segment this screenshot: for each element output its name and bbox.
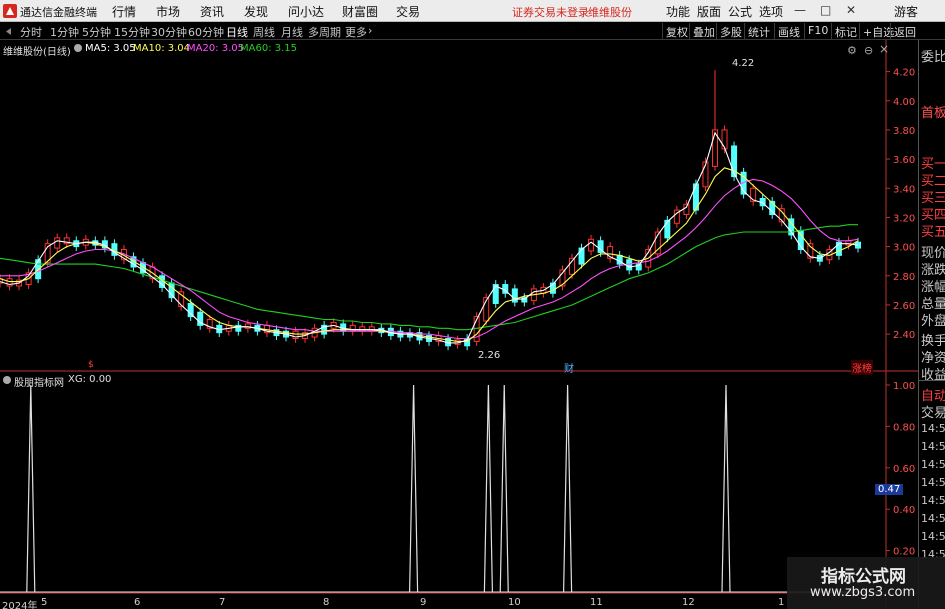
ma60-line xyxy=(0,224,858,331)
trade-time: 14:56 xyxy=(921,530,945,543)
x-label-oct: 10 xyxy=(508,597,521,608)
signal-spike xyxy=(721,384,731,593)
x-label-nov: 11 xyxy=(590,597,603,608)
ma5-value: MA5: 3.05 xyxy=(85,43,136,54)
candle-body xyxy=(349,324,356,332)
panel-buy5: 买五 xyxy=(921,225,945,240)
watermark-title: 指标公式网 xyxy=(821,567,906,587)
x-label-jun: 6 xyxy=(134,597,141,608)
price-tick-label: 3.20 xyxy=(893,213,915,224)
terminal-window: 通达信金融终端 行情 市场 资讯 发现 问小达 财富圈 交易 证券交易未登录 维… xyxy=(0,0,945,609)
indicator-tick-label: 0.40 xyxy=(893,505,915,516)
trade-time: 14:56 xyxy=(921,440,945,453)
ma5-line xyxy=(0,131,859,344)
indicator-value: XG: 0.00 xyxy=(68,374,112,385)
chart-zoom-out-icon[interactable]: ⊖ xyxy=(864,44,873,57)
ma10-line xyxy=(0,167,859,342)
x-label-jan: 1 xyxy=(778,597,785,608)
ma60-value: MA60: 3.15 xyxy=(240,43,298,54)
event-marker-cai[interactable]: 财 xyxy=(564,360,574,375)
panel-divider xyxy=(919,380,945,381)
indicator-tick-label: 0.20 xyxy=(893,547,915,558)
ma20-line xyxy=(0,178,859,340)
trade-time: 14:56 xyxy=(921,476,945,489)
price-tick-label: 3.60 xyxy=(893,155,915,166)
candle-body xyxy=(244,323,251,329)
panel-trades: 交易 xyxy=(921,406,945,421)
candle-body xyxy=(578,247,585,265)
price-tick-label: 3.40 xyxy=(893,184,915,195)
indicator-current-value: 0.47 xyxy=(875,484,904,495)
x-label-aug: 8 xyxy=(323,597,330,608)
trade-time: 14:56 xyxy=(921,458,945,471)
panel-weibi: 委比 xyxy=(921,50,945,65)
price-tick-label: 2.40 xyxy=(893,330,915,341)
quote-panel: 委比 首板 买一 买二 买三 买四 买五 现价 涨跌 涨幅 总量 外盘 换手 净… xyxy=(918,40,945,609)
candle-body xyxy=(721,129,728,150)
trade-time: 14:56 xyxy=(921,512,945,525)
ma20-value: MA20: 3.05 xyxy=(187,43,245,54)
signal-spike xyxy=(409,384,419,593)
kline-chart[interactable]: 4.20 4.00 3.80 3.60 3.40 3.20 3.00 2.80 2.60 2.40… xyxy=(0,0,945,609)
event-marker-dollar[interactable]: $ xyxy=(88,360,94,370)
trade-time: 14:56 xyxy=(921,422,945,435)
price-tick-label: 3.80 xyxy=(893,126,915,137)
watermark: 指标公式网 www.zbgs3.com xyxy=(787,557,945,609)
candle-body xyxy=(664,219,671,239)
rank-tag[interactable]: 涨榜 xyxy=(851,360,873,375)
price-tick-label: 2.80 xyxy=(893,272,915,283)
indicator-tick-label: 0.60 xyxy=(893,464,915,475)
ma10-value: MA10: 3.04 xyxy=(133,43,191,54)
candle-body xyxy=(359,326,366,332)
candle-body xyxy=(54,237,61,249)
x-label-may: 5 xyxy=(41,597,48,608)
signal-spike xyxy=(499,384,509,593)
x-label-dec: 12 xyxy=(682,597,695,608)
candle-body xyxy=(368,326,375,332)
high-price-label: 4.22 xyxy=(732,58,755,69)
panel-outer: 外盘 xyxy=(921,314,945,329)
x-label-jul: 7 xyxy=(219,597,226,608)
candle-body xyxy=(588,238,595,252)
chart-close-icon[interactable]: × xyxy=(879,42,889,56)
price-tick-label: 2.60 xyxy=(893,301,915,312)
x-label-year: 2024年 xyxy=(2,601,38,609)
price-tick-label: 4.00 xyxy=(893,97,915,108)
watermark-url: www.zbgs3.com xyxy=(810,585,916,600)
price-tick-label: 3.00 xyxy=(893,243,915,254)
signal-spike xyxy=(26,384,36,593)
ma-settings-icon[interactable] xyxy=(74,44,82,52)
low-price-label: 2.26 xyxy=(478,350,501,361)
signal-spike xyxy=(483,384,493,593)
indicator-tick-label: 1.00 xyxy=(893,381,915,392)
chart-settings-icon[interactable]: ⚙ xyxy=(847,44,857,57)
trade-time: 14:56 xyxy=(921,494,945,507)
price-tick-label: 4.20 xyxy=(893,68,915,79)
panel-shouban[interactable]: 首板 xyxy=(921,102,945,121)
signal-spike xyxy=(563,384,573,593)
indicator-settings-icon[interactable] xyxy=(3,376,11,384)
x-label-sep: 9 xyxy=(420,597,427,608)
indicator-tick-label: 0.80 xyxy=(893,422,915,433)
indicator-name: 股朋指标网 xyxy=(14,378,64,389)
stock-title: 维维股份(日线) xyxy=(3,47,71,58)
